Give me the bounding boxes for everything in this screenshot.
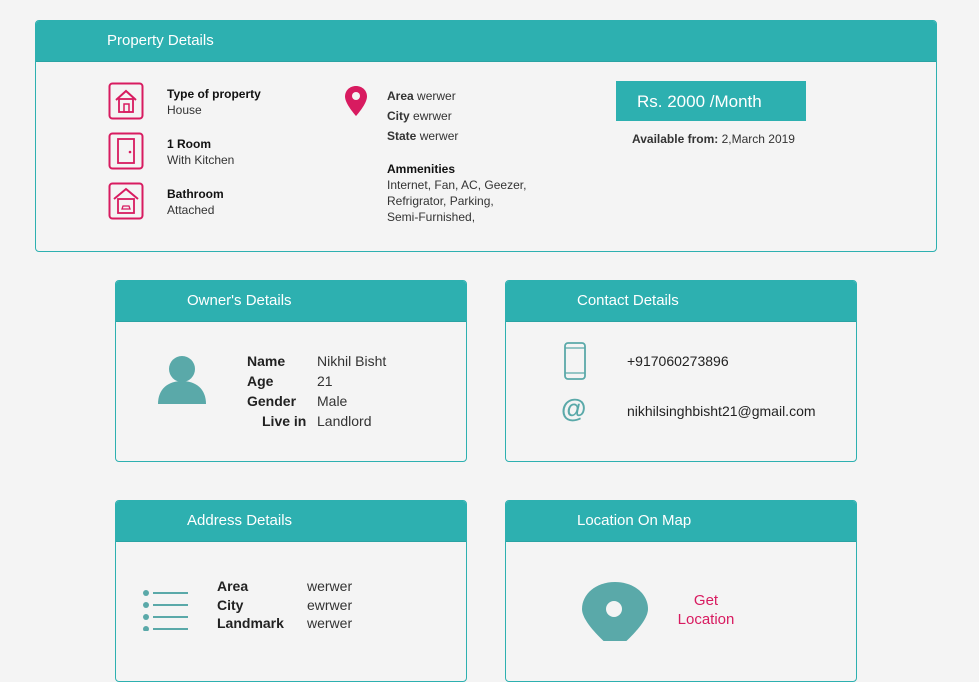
available-from-value: 2,March 2019 xyxy=(721,132,795,146)
email-at-icon: @ xyxy=(561,393,587,423)
map-pin-icon xyxy=(581,581,649,641)
property-city: City ewrwer xyxy=(387,109,452,123)
address-landmark-value: werwer xyxy=(307,615,353,631)
get-location-line-2: Location xyxy=(677,611,735,628)
amenities-line-1: Internet, Fan, AC, Geezer, xyxy=(387,178,527,192)
contact-details-header: Contact Details xyxy=(506,281,856,322)
list-icon xyxy=(142,587,190,631)
get-location-link[interactable]: Get Location xyxy=(666,591,746,629)
owner-name-value: Nikhil Bisht xyxy=(317,353,387,369)
location-map-header: Location On Map xyxy=(506,501,856,542)
address-city-label: City xyxy=(217,597,244,613)
room-label: 1 Room xyxy=(167,137,212,151)
type-of-property-label: Type of property xyxy=(167,87,261,101)
type-of-property-value: House xyxy=(167,103,202,117)
address-area-label: Area xyxy=(217,578,249,594)
owner-gender-value: Male xyxy=(317,393,348,409)
door-icon xyxy=(108,132,144,170)
owner-gender-label: Gender xyxy=(247,393,297,409)
bathroom-icon xyxy=(108,182,144,220)
property-city-label: City xyxy=(387,109,410,123)
property-state: State werwer xyxy=(387,129,458,143)
owner-age-value: 21 xyxy=(317,373,333,389)
owner-livein-value: Landlord xyxy=(317,413,372,429)
contact-email[interactable]: nikhilsinghbisht21@gmail.com xyxy=(627,403,816,419)
house-icon xyxy=(108,82,144,120)
contact-details-card: Contact Details +917060273896 @ nikhilsi… xyxy=(505,280,857,462)
property-area-label: Area xyxy=(387,89,414,103)
property-area-value: werwer xyxy=(417,89,456,103)
owner-details-header: Owner's Details xyxy=(116,281,466,322)
property-details-header: Property Details xyxy=(36,21,936,62)
phone-icon xyxy=(564,342,586,380)
owner-age-label: Age xyxy=(247,373,274,389)
address-details-card: Address Details Area werwer City ewrwer … xyxy=(115,500,467,682)
property-details-card: Property Details Type of property House … xyxy=(35,20,937,252)
address-city-value: ewrwer xyxy=(307,597,353,613)
address-landmark-label: Landmark xyxy=(217,615,284,631)
owner-livein-label: Live in xyxy=(262,413,307,429)
available-from: Available from: 2,March 2019 xyxy=(632,132,795,146)
user-avatar-icon xyxy=(156,355,208,405)
price-badge: Rs. 2000 /Month xyxy=(616,81,806,121)
property-area: Area werwer xyxy=(387,89,456,103)
property-state-value: werwer xyxy=(419,129,459,143)
amenities-label: Ammenities xyxy=(387,162,456,176)
address-details-header: Address Details xyxy=(116,501,466,542)
bathroom-label: Bathroom xyxy=(167,187,224,201)
bathroom-value: Attached xyxy=(167,203,215,217)
property-state-label: State xyxy=(387,129,417,143)
amenities-line-2: Refrigrator, Parking, xyxy=(387,194,494,208)
owner-name-label: Name xyxy=(247,353,286,369)
room-value: With Kitchen xyxy=(167,153,235,167)
available-from-label: Available from: xyxy=(632,132,719,146)
property-city-value: ewrwer xyxy=(413,109,452,123)
contact-phone[interactable]: +917060273896 xyxy=(627,353,729,369)
location-pin-icon xyxy=(344,85,368,117)
owner-details-card: Owner's Details Name Nikhil Bisht Age 21… xyxy=(115,280,467,462)
address-area-value: werwer xyxy=(307,578,353,594)
location-map-card: Location On Map Get Location xyxy=(505,500,857,682)
amenities-line-3: Semi-Furnished, xyxy=(387,210,476,224)
get-location-line-1: Get xyxy=(693,592,719,609)
